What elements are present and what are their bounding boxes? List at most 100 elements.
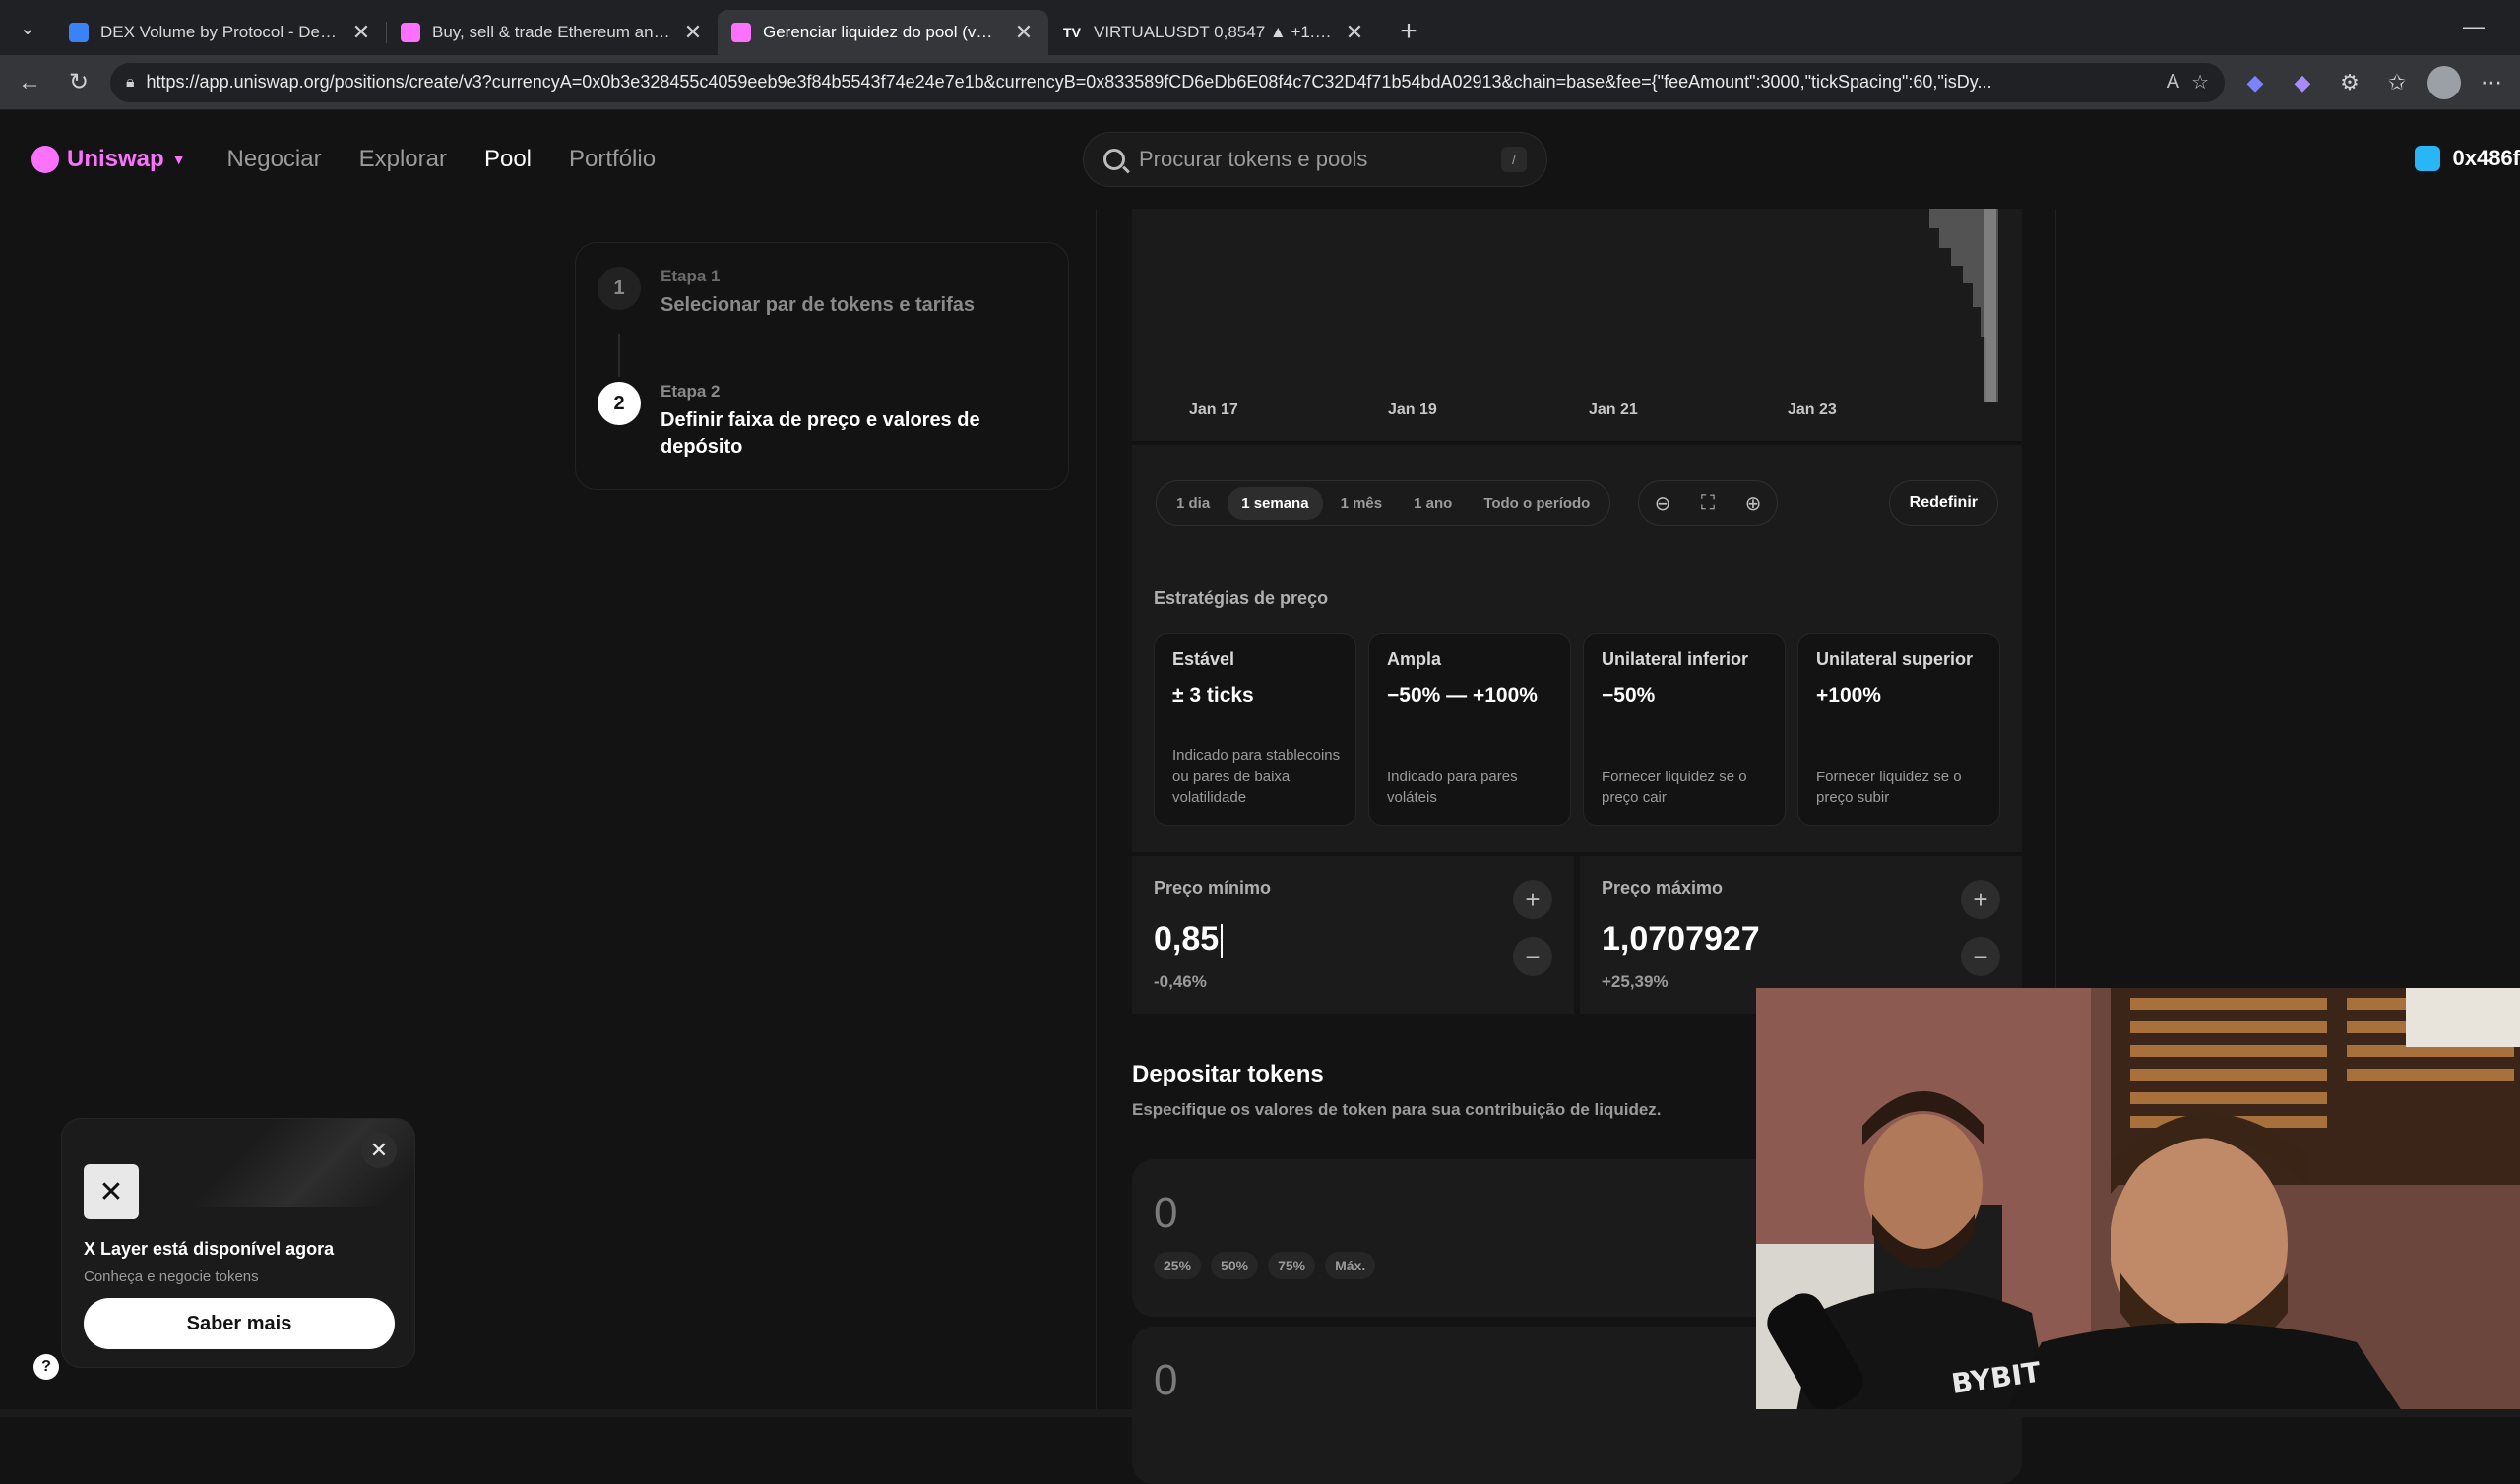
defillama-favicon-icon bbox=[69, 23, 89, 42]
min-price-value: 0,85 bbox=[1154, 920, 1220, 958]
increment-max-price-button[interactable]: + bbox=[1961, 880, 2000, 919]
tab-title: Buy, sell & trade Ethereum and other bbox=[432, 23, 670, 41]
nav-portfolio[interactable]: Portfólio bbox=[569, 146, 656, 173]
unicorn-logo-icon bbox=[32, 146, 59, 173]
help-icon[interactable]: ? bbox=[33, 1354, 59, 1380]
search-icon bbox=[1103, 149, 1125, 170]
uniswap-favicon-icon bbox=[731, 23, 751, 42]
strategies-title: Estratégias de preço bbox=[1154, 588, 1329, 608]
browser-toolbar: ← ↻ 🔒︎ https://app.uniswap.org/positions… bbox=[0, 55, 2520, 110]
tab-search-chevron-icon[interactable]: ⌄ bbox=[0, 0, 55, 55]
strategy-desc: Indicado para stablecoins ou pares de ba… bbox=[1172, 746, 1341, 807]
zoom-out-icon[interactable]: ⊖ bbox=[1649, 491, 1676, 516]
period-1-mes[interactable]: 1 mês bbox=[1327, 487, 1397, 520]
pct-50-button[interactable]: 50% bbox=[1211, 1252, 1259, 1279]
nav-explorar[interactable]: Explorar bbox=[359, 146, 447, 173]
column-divider bbox=[1096, 209, 1097, 1417]
extension-icon[interactable]: ◆ bbox=[2238, 66, 2272, 99]
strategy-value: −50% — +100% bbox=[1387, 684, 1538, 707]
close-tab-icon[interactable]: ✕ bbox=[682, 20, 704, 45]
step-1[interactable]: 1 Etapa 1 Selecionar par de tokens e tar… bbox=[598, 267, 1046, 319]
copilot-icon[interactable]: ◆ bbox=[2286, 66, 2319, 99]
increment-min-price-button[interactable]: + bbox=[1513, 880, 1552, 919]
read-aloud-icon[interactable]: A bbox=[2167, 71, 2179, 93]
logo-text: Uniswap bbox=[67, 146, 164, 172]
x-layer-promo-popup: ✕ ✕ X Layer está disponível agora Conheç… bbox=[61, 1118, 415, 1368]
chart-date-label: Jan 17 bbox=[1189, 402, 1238, 418]
close-tab-icon[interactable]: ✕ bbox=[1013, 20, 1035, 45]
extensions-puzzle-icon[interactable]: ⚙ bbox=[2333, 66, 2366, 99]
nav-negociar[interactable]: Negociar bbox=[227, 146, 322, 173]
period-1-ano[interactable]: 1 ano bbox=[1400, 487, 1466, 520]
more-menu-icon[interactable]: ⋯ bbox=[2475, 66, 2508, 99]
step-text: Definir faixa de preço e valores de depó… bbox=[661, 409, 980, 458]
window-bottom-edge bbox=[0, 1409, 2520, 1417]
decrement-max-price-button[interactable]: − bbox=[1961, 937, 2000, 976]
browser-tab-tradingview[interactable]: TV VIRTUALUSDT 0,8547 ▲ +1.85% 1- ✕ bbox=[1048, 10, 1379, 55]
strategy-desc: Indicado para pares voláteis bbox=[1387, 768, 1518, 807]
strategy-value: +100% bbox=[1816, 684, 1881, 707]
wallet-avatar-icon bbox=[2415, 146, 2441, 171]
reload-icon[interactable]: ↻ bbox=[61, 65, 96, 100]
strategy-card-estavel[interactable]: Estável ± 3 ticks Indicado para stableco… bbox=[1154, 633, 1356, 826]
strategy-card-ampla[interactable]: Ampla −50% — +100% Indicado para pares v… bbox=[1368, 633, 1571, 826]
period-1-dia[interactable]: 1 dia bbox=[1163, 487, 1224, 520]
max-price-input[interactable]: 1,0707927 bbox=[1602, 920, 2000, 958]
browser-tab-uniswap-trade[interactable]: Buy, sell & trade Ethereum and other ✕ bbox=[387, 10, 718, 55]
max-price-label: Preço máximo bbox=[1602, 878, 1724, 897]
profile-avatar[interactable] bbox=[2427, 65, 2461, 99]
reset-button[interactable]: Redefinir bbox=[1888, 480, 1998, 526]
url-text[interactable]: https://app.uniswap.org/positions/create… bbox=[147, 72, 2155, 93]
zoom-in-icon[interactable]: ⊕ bbox=[1739, 491, 1767, 516]
main-nav: Negociar Explorar Pool Portfólio bbox=[227, 146, 657, 173]
promo-subtitle: Conheça e negocie tokens bbox=[84, 1268, 259, 1285]
browser-tab-defillama[interactable]: DEX Volume by Protocol - DefiLlama ✕ bbox=[55, 10, 386, 55]
step-text: Selecionar par de tokens e tarifas bbox=[661, 294, 976, 316]
pct-25-button[interactable]: 25% bbox=[1154, 1252, 1202, 1279]
address-bar[interactable]: 🔒︎ https://app.uniswap.org/positions/cre… bbox=[110, 62, 2225, 102]
liquidity-distribution-bars bbox=[1929, 209, 1998, 402]
nav-pool[interactable]: Pool bbox=[484, 146, 532, 173]
search-shortcut-key: / bbox=[1501, 147, 1527, 172]
promo-title: X Layer está disponível agora bbox=[84, 1239, 335, 1259]
step-2[interactable]: 2 Etapa 2 Definir faixa de preço e valor… bbox=[598, 382, 1046, 461]
strategy-desc: Fornecer liquidez se o preço subir bbox=[1816, 768, 1962, 807]
x-layer-logo-icon: ✕ bbox=[84, 1164, 139, 1219]
favorite-star-icon[interactable]: ☆ bbox=[2191, 70, 2209, 94]
new-tab-icon[interactable]: + bbox=[1387, 10, 1430, 53]
wallet-button[interactable]: 0x486f bbox=[2415, 146, 2520, 171]
back-arrow-icon[interactable]: ← bbox=[12, 65, 47, 100]
strategy-title: Unilateral inferior bbox=[1602, 649, 1749, 669]
min-price-box: Preço mínimo 0,85 -0,46% + − bbox=[1132, 856, 1574, 1014]
period-1-semana[interactable]: 1 semana bbox=[1228, 486, 1323, 520]
webcam-overlay: BYBIT bbox=[1756, 988, 2520, 1417]
zoom-controls: ⊖ ⛶ ⊕ bbox=[1638, 480, 1778, 526]
close-popup-icon[interactable]: ✕ bbox=[361, 1133, 397, 1168]
search-placeholder: Procurar tokens e pools bbox=[1139, 147, 1368, 171]
strategy-value: −50% bbox=[1602, 684, 1656, 707]
pct-75-button[interactable]: 75% bbox=[1268, 1252, 1316, 1279]
close-tab-icon[interactable]: ✕ bbox=[1344, 20, 1365, 45]
fit-view-icon[interactable]: ⛶ bbox=[1694, 492, 1722, 515]
site-info-icon[interactable]: 🔒︎ bbox=[126, 74, 135, 92]
min-price-input[interactable]: 0,85 bbox=[1154, 920, 1552, 958]
window-minimize-icon[interactable]: — bbox=[2463, 14, 2485, 39]
close-tab-icon[interactable]: ✕ bbox=[350, 20, 372, 45]
period-todo[interactable]: Todo o período bbox=[1470, 487, 1604, 520]
learn-more-button[interactable]: Saber mais bbox=[84, 1298, 395, 1349]
tab-title: VIRTUALUSDT 0,8547 ▲ +1.85% 1- bbox=[1094, 23, 1332, 41]
pct-max-button[interactable]: Máx. bbox=[1325, 1252, 1376, 1279]
tab-title: Gerenciar liquidez do pool (v3) na bbox=[763, 23, 1001, 41]
browser-tab-uniswap-pool[interactable]: Gerenciar liquidez do pool (v3) na ✕ bbox=[718, 10, 1048, 55]
strategy-card-unilateral-superior[interactable]: Unilateral superior +100% Fornecer liqui… bbox=[1797, 633, 2000, 826]
webcam-scene: BYBIT bbox=[1756, 988, 2520, 1417]
chart-date-label: Jan 21 bbox=[1589, 402, 1638, 418]
chart-date-label: Jan 23 bbox=[1788, 402, 1837, 418]
search-input[interactable]: Procurar tokens e pools / bbox=[1083, 132, 1547, 187]
strategy-card-unilateral-inferior[interactable]: Unilateral inferior −50% Fornecer liquid… bbox=[1583, 633, 1786, 826]
tradingview-favicon-icon: TV bbox=[1062, 23, 1082, 42]
favorites-collection-icon[interactable]: ✩ bbox=[2380, 66, 2414, 99]
uniswap-logo[interactable]: Uniswap ▼ bbox=[32, 146, 186, 173]
decrement-min-price-button[interactable]: − bbox=[1513, 937, 1552, 976]
liquidity-chart[interactable]: Jan 17 Jan 19 Jan 21 Jan 23 bbox=[1132, 209, 2022, 443]
